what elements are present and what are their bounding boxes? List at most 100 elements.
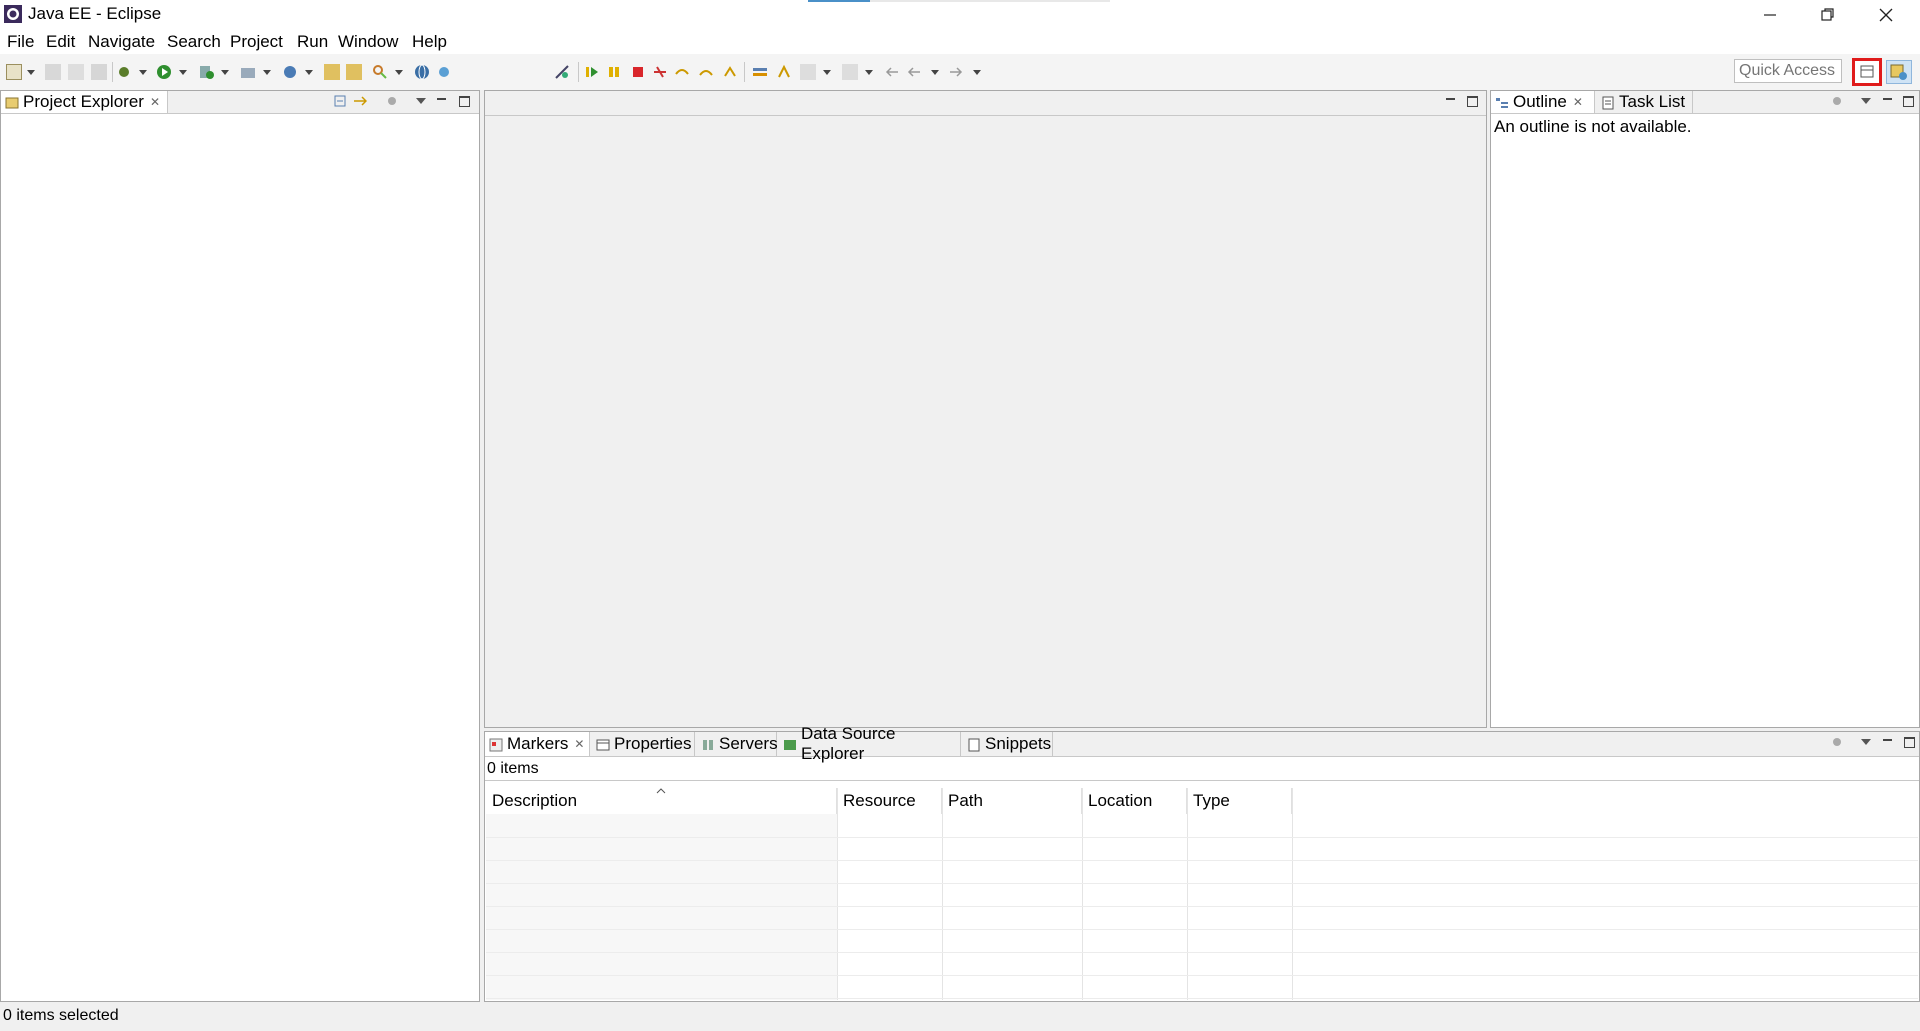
menu-help[interactable]: Help xyxy=(412,32,447,52)
toggle-breadcrumb-icon[interactable] xyxy=(752,64,768,80)
back-icon[interactable] xyxy=(906,64,922,80)
forward-dropdown-icon[interactable] xyxy=(973,70,981,75)
run-server-icon[interactable] xyxy=(198,64,214,80)
task-list-icon xyxy=(1601,95,1615,110)
close-window-button[interactable] xyxy=(1857,0,1915,30)
tab-snippets[interactable]: Snippets xyxy=(963,732,1053,756)
tab-project-explorer-label: Project Explorer xyxy=(23,92,144,111)
run-server-dropdown-icon[interactable] xyxy=(221,70,229,75)
search-dropdown-icon[interactable] xyxy=(395,70,403,75)
new-server-icon[interactable] xyxy=(240,64,256,80)
step-return-icon[interactable] xyxy=(722,64,738,80)
column-header-type[interactable]: Type xyxy=(1187,788,1292,814)
web-service-dropdown-icon[interactable] xyxy=(305,70,313,75)
previous-annotation-icon[interactable] xyxy=(842,64,858,80)
tab-markers-label: Markers xyxy=(507,734,569,753)
column-header-description[interactable]: Description xyxy=(486,788,837,814)
forward-icon[interactable] xyxy=(948,64,964,80)
next-annotation-icon[interactable] xyxy=(800,64,816,80)
view-menu-icon[interactable] xyxy=(1859,94,1873,108)
previous-annotation-dropdown-icon[interactable] xyxy=(865,70,873,75)
close-tab-icon[interactable]: ✕ xyxy=(1573,95,1583,109)
menu-search[interactable]: Search xyxy=(167,32,221,52)
view-menu-icon[interactable] xyxy=(414,94,428,108)
web-service-icon[interactable] xyxy=(282,64,298,80)
terminate-icon[interactable] xyxy=(630,64,646,80)
editor-area xyxy=(484,90,1487,728)
close-tab-icon[interactable]: ✕ xyxy=(574,737,584,751)
search-icon[interactable] xyxy=(372,64,388,80)
tab-properties[interactable]: Properties xyxy=(592,732,695,756)
table-row xyxy=(486,998,1918,999)
java-ee-perspective-icon xyxy=(1890,64,1907,80)
bottom-tabstrip: Markers ✕ Properties Servers Data Source… xyxy=(485,724,1919,763)
minimize-window-button[interactable] xyxy=(1741,0,1799,30)
new-icon[interactable] xyxy=(6,64,22,80)
tab-task-list[interactable]: Task List xyxy=(1597,91,1693,113)
menu-project[interactable]: Project xyxy=(230,32,283,52)
tab-outline[interactable]: Outline ✕ xyxy=(1491,91,1595,113)
maximize-view-icon[interactable] xyxy=(1902,735,1916,749)
maximize-view-icon[interactable] xyxy=(1901,94,1915,108)
next-annotation-dropdown-icon[interactable] xyxy=(823,70,831,75)
minimize-view-icon[interactable] xyxy=(1880,735,1894,749)
view-menu-icon[interactable] xyxy=(1859,735,1873,749)
open-resource-icon[interactable] xyxy=(346,64,362,80)
view-toolbar-icon[interactable] xyxy=(385,94,399,108)
suspend-icon[interactable] xyxy=(606,64,622,80)
new-dropdown-icon[interactable] xyxy=(27,70,35,75)
open-type-icon[interactable] xyxy=(324,64,340,80)
print-icon[interactable] xyxy=(91,64,107,80)
column-header-location[interactable]: Location xyxy=(1082,788,1187,814)
save-all-icon[interactable] xyxy=(68,64,84,80)
link-with-editor-icon[interactable] xyxy=(353,94,367,108)
run-icon[interactable] xyxy=(156,64,172,80)
minimize-view-icon[interactable] xyxy=(1880,94,1894,108)
collapse-all-icon[interactable] xyxy=(333,94,347,108)
menu-window[interactable]: Window xyxy=(338,32,398,52)
browser-icon[interactable] xyxy=(414,64,430,80)
save-icon[interactable] xyxy=(45,64,61,80)
quick-access-field[interactable] xyxy=(1734,59,1842,83)
view-toolbar-icon[interactable] xyxy=(1830,94,1844,108)
menu-navigate[interactable]: Navigate xyxy=(88,32,155,52)
step-over-icon[interactable] xyxy=(698,64,714,80)
tab-markers[interactable]: Markers ✕ xyxy=(485,732,590,756)
project-explorer-tabstrip: Project Explorer ✕ xyxy=(1,91,479,114)
restore-window-button[interactable] xyxy=(1799,0,1857,30)
menu-run[interactable]: Run xyxy=(297,32,328,52)
open-perspective-button[interactable] xyxy=(1852,58,1882,86)
menu-edit[interactable]: Edit xyxy=(46,32,75,52)
back-dropdown-icon[interactable] xyxy=(931,70,939,75)
tab-project-explorer[interactable]: Project Explorer ✕ xyxy=(1,91,168,113)
new-server-dropdown-icon[interactable] xyxy=(263,70,271,75)
java-ee-perspective-button[interactable] xyxy=(1886,60,1912,84)
close-tab-icon[interactable]: ✕ xyxy=(150,95,160,109)
disconnect-icon[interactable] xyxy=(652,64,668,80)
minimize-editor-icon[interactable] xyxy=(1443,94,1457,108)
minimize-view-icon[interactable] xyxy=(434,94,448,108)
external-tools-icon[interactable] xyxy=(436,64,452,80)
window-title: Java EE - Eclipse xyxy=(28,4,162,23)
column-description-label: Description xyxy=(492,791,578,810)
table-row xyxy=(486,952,1918,953)
tab-data-source-explorer[interactable]: Data Source Explorer xyxy=(779,724,961,763)
view-toolbar-icon[interactable] xyxy=(1830,735,1844,749)
last-edit-location-icon[interactable] xyxy=(884,64,900,80)
step-into-icon[interactable] xyxy=(674,64,690,80)
mark-occurrences-icon[interactable] xyxy=(776,64,792,80)
tab-servers[interactable]: Servers xyxy=(697,732,778,756)
open-perspective-icon xyxy=(1860,65,1874,78)
outline-message: An outline is not available. xyxy=(1494,117,1692,136)
maximize-editor-icon[interactable] xyxy=(1465,94,1479,108)
skip-breakpoints-icon[interactable] xyxy=(554,64,570,80)
maximize-view-icon[interactable] xyxy=(457,94,471,108)
debug-icon[interactable] xyxy=(116,64,132,80)
resume-icon[interactable] xyxy=(584,64,600,80)
run-dropdown-icon[interactable] xyxy=(179,70,187,75)
debug-dropdown-icon[interactable] xyxy=(139,70,147,75)
table-row xyxy=(486,929,1918,930)
menu-file[interactable]: File xyxy=(7,32,34,52)
column-header-path[interactable]: Path xyxy=(942,788,1082,814)
column-header-resource[interactable]: Resource xyxy=(837,788,942,814)
